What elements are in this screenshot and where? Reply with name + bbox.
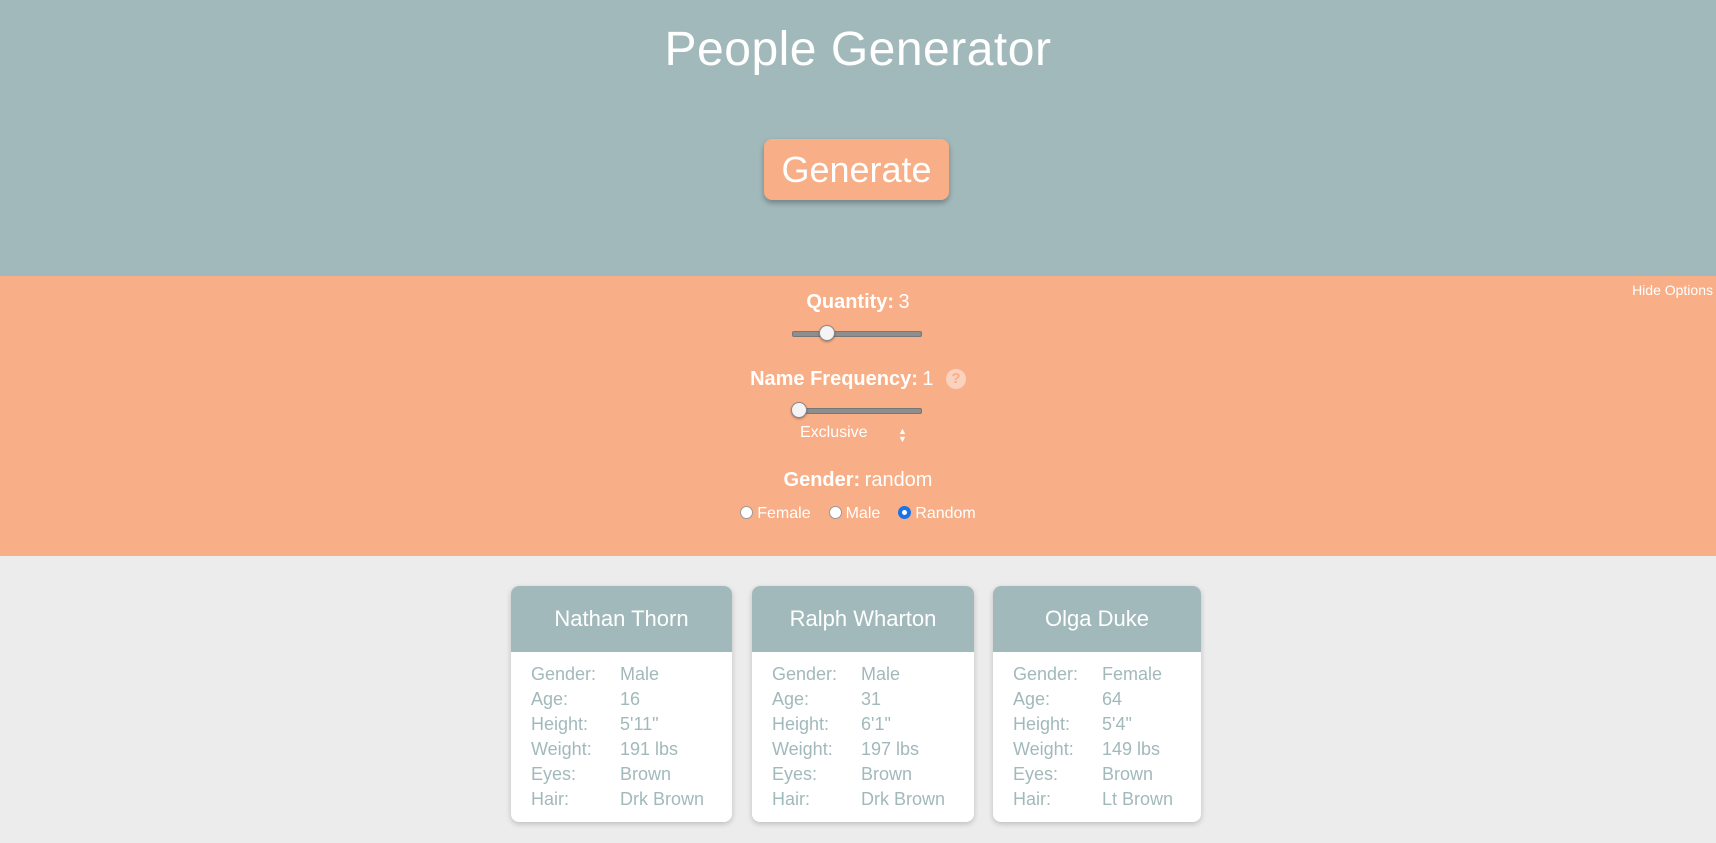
attribute-value: Drk Brown xyxy=(620,789,705,809)
name-frequency-slider[interactable] xyxy=(791,402,922,418)
attribute-row: Weight: 197 lbs xyxy=(772,737,974,762)
attribute-row: Eyes: Brown xyxy=(772,762,974,787)
attribute-key: Hair: xyxy=(772,789,811,809)
name-frequency-value: 1 xyxy=(922,368,934,390)
gender-value: random xyxy=(864,469,933,491)
gender-label: Gender: xyxy=(783,469,861,491)
person-card: Nathan Thorn Gender: Male Age: 16 Height: 5'11… xyxy=(511,586,732,822)
attribute-row: Weight: 149 lbs xyxy=(1013,737,1201,762)
attribute-key: Age: xyxy=(1013,689,1051,709)
attribute-key: Hair: xyxy=(531,789,570,809)
generate-button[interactable]: Generate xyxy=(764,139,949,200)
attribute-key: Weight: xyxy=(1013,739,1074,759)
attribute-value: Male xyxy=(861,664,901,684)
name-frequency-select[interactable]: Exclusive ▲ ▼ xyxy=(800,424,920,446)
attribute-value: 149 lbs xyxy=(1102,739,1161,759)
attribute-value: 5'4" xyxy=(1102,714,1132,734)
attribute-value: Lt Brown xyxy=(1102,789,1174,809)
gender-radio-group: Female Male Random xyxy=(0,505,1716,523)
attribute-value: 5'11" xyxy=(620,714,659,734)
name-frequency-label: Name Frequency: xyxy=(750,368,918,390)
attribute-row: Weight: 191 lbs xyxy=(531,737,732,762)
radio-label: Male xyxy=(845,505,881,522)
gender-row: Gender: random xyxy=(0,469,1716,492)
person-attributes: Gender: Male Age: 31 Height: 6'1" Weight: 197 l… xyxy=(752,652,974,812)
attribute-row: Hair: Drk Brown xyxy=(772,787,974,812)
attribute-row: Height: 6'1" xyxy=(772,712,974,737)
gender-option-male[interactable]: Male xyxy=(828,505,881,523)
gender-option-female[interactable]: Female xyxy=(740,505,811,523)
attribute-row: Height: 5'11" xyxy=(531,712,732,737)
radio-label: Female xyxy=(757,505,811,522)
attribute-key: Hair: xyxy=(1013,789,1052,809)
name-frequency-row: Name Frequency: 1 ? xyxy=(0,368,1716,391)
radio-button[interactable] xyxy=(828,506,842,520)
attribute-value: Brown xyxy=(1102,764,1154,784)
attribute-row: Gender: Male xyxy=(531,662,732,687)
attribute-key: Height: xyxy=(772,714,830,734)
attribute-row: Eyes: Brown xyxy=(1013,762,1201,787)
attribute-key: Height: xyxy=(531,714,589,734)
attribute-key: Gender: xyxy=(772,664,838,684)
attribute-key: Gender: xyxy=(531,664,597,684)
name-frequency-slider-thumb[interactable] xyxy=(791,402,807,418)
attribute-key: Weight: xyxy=(772,739,833,759)
attribute-row: Age: 64 xyxy=(1013,687,1201,712)
attribute-value: 6'1" xyxy=(861,714,891,734)
attribute-value: Male xyxy=(620,664,660,684)
attribute-row: Age: 31 xyxy=(772,687,974,712)
attribute-row: Hair: Lt Brown xyxy=(1013,787,1201,812)
attribute-row: Height: 5'4" xyxy=(1013,712,1201,737)
attribute-value: 64 xyxy=(1102,689,1123,709)
attribute-value: 197 lbs xyxy=(861,739,920,759)
attribute-value: 191 lbs xyxy=(620,739,679,759)
attribute-value: Brown xyxy=(861,764,913,784)
radio-button[interactable] xyxy=(898,506,912,520)
quantity-slider-thumb[interactable] xyxy=(819,325,835,341)
attribute-key: Weight: xyxy=(531,739,592,759)
radio-label: Random xyxy=(915,505,976,522)
quantity-value: 3 xyxy=(898,291,910,313)
options-panel: Hide Options Quantity: 3 Name Frequency:… xyxy=(0,276,1716,556)
quantity-row: Quantity: 3 xyxy=(0,291,1716,314)
attribute-value: Female xyxy=(1102,664,1163,684)
attribute-key: Eyes: xyxy=(772,764,818,784)
attribute-row: Age: 16 xyxy=(531,687,732,712)
header: People Generator Generate xyxy=(0,0,1716,276)
attribute-key: Gender: xyxy=(1013,664,1079,684)
person-card: Olga Duke Gender: Female Age: 64 Height: 5'4" W… xyxy=(993,586,1201,822)
page-title: People Generator xyxy=(664,23,1052,76)
attribute-row: Gender: Female xyxy=(1013,662,1201,687)
attribute-value: 31 xyxy=(861,689,882,709)
attribute-key: Height: xyxy=(1013,714,1071,734)
attribute-row: Gender: Male xyxy=(772,662,974,687)
quantity-slider[interactable] xyxy=(792,325,922,341)
person-card: Ralph Wharton Gender: Male Age: 31 Height: 6'1… xyxy=(752,586,974,822)
select-value: Exclusive xyxy=(800,424,868,441)
select-arrows-icon: ▲ ▼ xyxy=(898,426,907,444)
attribute-key: Eyes: xyxy=(1013,764,1059,784)
person-attributes: Gender: Female Age: 64 Height: 5'4" Weight: 149… xyxy=(993,652,1201,812)
person-name: Olga Duke xyxy=(993,586,1201,652)
attribute-row: Hair: Drk Brown xyxy=(531,787,732,812)
gender-option-random[interactable]: Random xyxy=(898,505,976,523)
attribute-key: Eyes: xyxy=(531,764,577,784)
attribute-value: 16 xyxy=(620,689,641,709)
attribute-key: Age: xyxy=(531,689,569,709)
attribute-value: Drk Brown xyxy=(861,789,946,809)
radio-button[interactable] xyxy=(740,506,754,520)
person-name: Ralph Wharton xyxy=(752,586,974,652)
person-attributes: Gender: Male Age: 16 Height: 5'11" Weight: 191 … xyxy=(511,652,732,812)
help-icon[interactable]: ? xyxy=(945,368,966,389)
attribute-key: Age: xyxy=(772,689,810,709)
quantity-label: Quantity: xyxy=(806,291,895,313)
attribute-value: Brown xyxy=(620,764,672,784)
person-name: Nathan Thorn xyxy=(511,586,732,652)
attribute-row: Eyes: Brown xyxy=(531,762,732,787)
